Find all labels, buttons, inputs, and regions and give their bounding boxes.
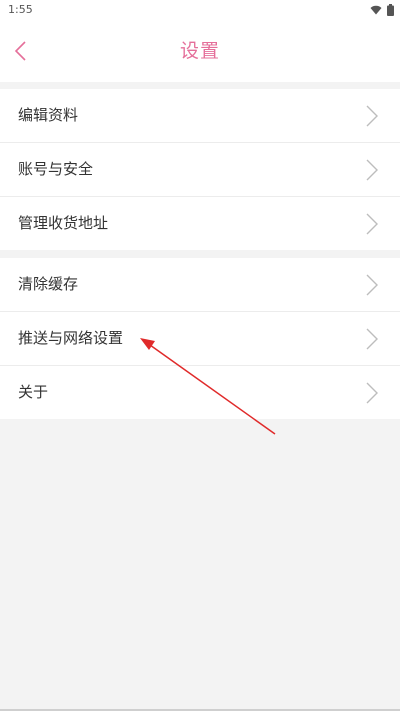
settings-item-account-security[interactable]: 账号与安全 [0,143,400,197]
status-icons [370,4,394,16]
wifi-icon [370,5,382,15]
settings-item-label: 清除缓存 [18,275,79,293]
chevron-right-icon [366,159,378,181]
settings-group-account: 编辑资料 账号与安全 管理收货地址 [0,89,400,250]
status-time: 1:55 [8,3,33,16]
settings-item-label: 关于 [18,383,49,401]
settings-item-clear-cache[interactable]: 清除缓存 [0,258,400,312]
header-bar: 设置 [0,20,400,82]
settings-item-push-network[interactable]: 推送与网络设置 [0,312,400,366]
chevron-right-icon [366,382,378,404]
settings-item-edit-profile[interactable]: 编辑资料 [0,89,400,143]
chevron-right-icon [366,274,378,296]
chevron-right-icon [366,213,378,235]
settings-item-manage-address[interactable]: 管理收货地址 [0,197,400,250]
chevron-right-icon [366,105,378,127]
settings-item-label: 账号与安全 [18,160,94,178]
page-title: 设置 [179,40,220,62]
settings-group-app: 清除缓存 推送与网络设置 关于 [0,258,400,419]
battery-icon [387,4,394,16]
settings-item-label: 管理收货地址 [18,214,109,232]
status-bar: 1:55 [0,0,400,20]
chevron-right-icon [366,328,378,350]
settings-item-label: 编辑资料 [18,106,79,124]
settings-item-about[interactable]: 关于 [0,366,400,419]
settings-item-label: 推送与网络设置 [18,329,124,347]
